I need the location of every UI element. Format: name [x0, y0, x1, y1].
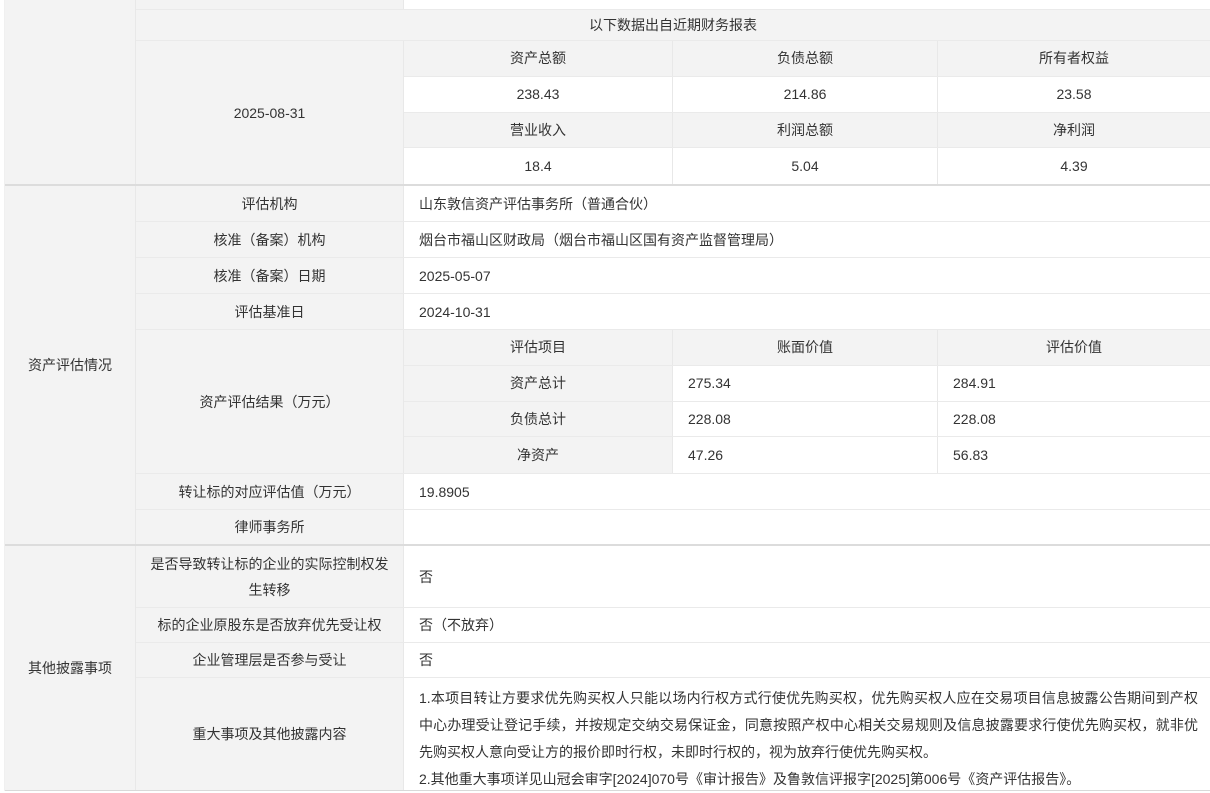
- header-total-profit: 利润总额: [672, 113, 937, 148]
- value-operating-revenue: 18.4: [404, 148, 672, 184]
- value-total-assets: 238.43: [404, 77, 672, 112]
- management-participation-value: 否: [404, 643, 1210, 677]
- evaluation-agency-value: 山东敦信资产评估事务所（普通合伙）: [404, 186, 1210, 221]
- shareholder-waiver-value: 否（不放弃）: [404, 608, 1210, 642]
- evaluation-result-label: 资产评估结果（万元）: [136, 330, 404, 473]
- major-matters-text: 1.本项目转让方要求优先购买权人只能以场内行权方式行使优先购买权，优先购买权人应…: [404, 678, 1210, 790]
- row-major-matters: 重大事项及其他披露内容 1.本项目转让方要求优先购买权人只能以场内行权方式行使优…: [136, 678, 1210, 790]
- section-other-title: 其他披露事项: [5, 546, 136, 790]
- section-evaluation-title: 资产评估情况: [5, 186, 136, 544]
- evaluation-table-row-liabilities: 负债总计 228.08 228.08: [404, 402, 1210, 438]
- financial-header-row-2: 营业收入 利润总额 净利润: [404, 113, 1210, 149]
- item-total-assets: 资产总计: [404, 366, 672, 401]
- header-net-profit: 净利润: [937, 113, 1210, 148]
- financial-header-row-1: 资产总额 负债总额 所有者权益: [404, 41, 1210, 77]
- row-approval-date: 核准（备案）日期 2025-05-07: [136, 258, 1210, 294]
- approval-org-value: 烟台市福山区财政局（烟台市福山区国有资产监督管理局）: [404, 222, 1210, 257]
- assessed-total-assets: 284.91: [937, 366, 1210, 401]
- financial-block: 2025-08-31 资产总额 负债总额 所有者权益 238.43 214.86…: [136, 41, 1210, 184]
- section-evaluation: 资产评估情况 评估机构 山东敦信资产评估事务所（普通合伙） 核准（备案）机构 烟…: [5, 186, 1210, 546]
- financial-value-row-2: 18.4 5.04 4.39: [404, 148, 1210, 184]
- financial-grid: 资产总额 负债总额 所有者权益 238.43 214.86 23.58 营业收入…: [404, 41, 1210, 184]
- item-total-liabilities: 负债总计: [404, 402, 672, 437]
- truncated-top-row: [136, 0, 1210, 10]
- value-total-liabilities: 214.86: [672, 77, 937, 112]
- row-control-change: 是否导致转让标的企业的实际控制权发生转移 否: [136, 546, 1210, 608]
- assessed-total-liabilities: 228.08: [937, 402, 1210, 437]
- control-change-value: 否: [404, 546, 1210, 607]
- header-total-assets: 资产总额: [404, 41, 672, 76]
- truncated-top-row-label: [136, 0, 404, 9]
- management-participation-label: 企业管理层是否参与受让: [136, 643, 404, 677]
- row-law-firm: 律师事务所: [136, 510, 1210, 544]
- shareholder-waiver-label: 标的企业原股东是否放弃优先受让权: [136, 608, 404, 642]
- evaluation-agency-label: 评估机构: [136, 186, 404, 221]
- header-operating-revenue: 营业收入: [404, 113, 672, 148]
- section-other-content: 是否导致转让标的企业的实际控制权发生转移 否 标的企业原股东是否放弃优先受让权 …: [136, 546, 1210, 790]
- section-financial: 以下数据出自近期财务报表 2025-08-31 资产总额 负债总额 所有者权益 …: [5, 0, 1210, 186]
- disclosure-table-page: 以下数据出自近期财务报表 2025-08-31 资产总额 负债总额 所有者权益 …: [0, 0, 1210, 793]
- evaluation-table-row-net-assets: 净资产 47.26 56.83: [404, 437, 1210, 473]
- law-firm-value: [404, 510, 1210, 544]
- row-transfer-value: 转让标的对应评估值（万元） 19.8905: [136, 474, 1210, 510]
- header-assessed-value: 评估价值: [937, 330, 1210, 365]
- major-matters-paragraph-2: 2.其他重大事项详见山冠会审字[2024]070号《审计报告》及鲁敦信评报字[2…: [419, 766, 1198, 793]
- value-total-profit: 5.04: [672, 148, 937, 184]
- book-total-assets: 275.34: [672, 366, 937, 401]
- header-total-liabilities: 负债总额: [672, 41, 937, 76]
- value-owner-equity: 23.58: [937, 77, 1210, 112]
- header-book-value: 账面价值: [672, 330, 937, 365]
- item-net-assets: 净资产: [404, 437, 672, 473]
- header-owner-equity: 所有者权益: [937, 41, 1210, 76]
- section-financial-content: 以下数据出自近期财务报表 2025-08-31 资产总额 负债总额 所有者权益 …: [136, 0, 1210, 184]
- assessed-net-assets: 56.83: [937, 437, 1210, 473]
- row-management-participation: 企业管理层是否参与受让 否: [136, 643, 1210, 678]
- base-date-label: 评估基准日: [136, 294, 404, 329]
- section-other-disclosure: 其他披露事项 是否导致转让标的企业的实际控制权发生转移 否 标的企业原股东是否放…: [5, 546, 1210, 791]
- section-evaluation-content: 评估机构 山东敦信资产评估事务所（普通合伙） 核准（备案）机构 烟台市福山区财政…: [136, 186, 1210, 544]
- row-evaluation-agency: 评估机构 山东敦信资产评估事务所（普通合伙）: [136, 186, 1210, 222]
- control-change-label: 是否导致转让标的企业的实际控制权发生转移: [136, 546, 404, 607]
- report-date-cell: 2025-08-31: [136, 41, 404, 184]
- header-evaluation-item: 评估项目: [404, 330, 672, 365]
- row-approval-org: 核准（备案）机构 烟台市福山区财政局（烟台市福山区国有资产监督管理局）: [136, 222, 1210, 258]
- law-firm-label: 律师事务所: [136, 510, 404, 544]
- evaluation-table-row-assets: 资产总计 275.34 284.91: [404, 366, 1210, 402]
- evaluation-result-table: 评估项目 账面价值 评估价值 资产总计 275.34 284.91 负债总计 2…: [404, 330, 1210, 473]
- row-shareholder-waiver: 标的企业原股东是否放弃优先受让权 否（不放弃）: [136, 608, 1210, 643]
- major-matters-label: 重大事项及其他披露内容: [136, 678, 404, 790]
- row-base-date: 评估基准日 2024-10-31: [136, 294, 1210, 330]
- transfer-value-label: 转让标的对应评估值（万元）: [136, 474, 404, 509]
- book-net-assets: 47.26: [672, 437, 937, 473]
- base-date-value: 2024-10-31: [404, 294, 1210, 329]
- transfer-value: 19.8905: [404, 474, 1210, 509]
- row-evaluation-result: 资产评估结果（万元） 评估项目 账面价值 评估价值 资产总计 275.34 28…: [136, 330, 1210, 474]
- truncated-top-row-value: [404, 0, 1210, 9]
- disclosure-table: 以下数据出自近期财务报表 2025-08-31 资产总额 负债总额 所有者权益 …: [4, 0, 1210, 791]
- approval-date-value: 2025-05-07: [404, 258, 1210, 293]
- section-financial-label-column: [5, 0, 136, 184]
- book-total-liabilities: 228.08: [672, 402, 937, 437]
- evaluation-table-header-row: 评估项目 账面价值 评估价值: [404, 330, 1210, 366]
- major-matters-paragraph-1: 1.本项目转让方要求优先购买权人只能以场内行权方式行使优先购买权，优先购买权人应…: [419, 685, 1198, 766]
- approval-org-label: 核准（备案）机构: [136, 222, 404, 257]
- value-net-profit: 4.39: [937, 148, 1210, 184]
- financial-banner: 以下数据出自近期财务报表: [136, 10, 1210, 41]
- approval-date-label: 核准（备案）日期: [136, 258, 404, 293]
- financial-value-row-1: 238.43 214.86 23.58: [404, 77, 1210, 113]
